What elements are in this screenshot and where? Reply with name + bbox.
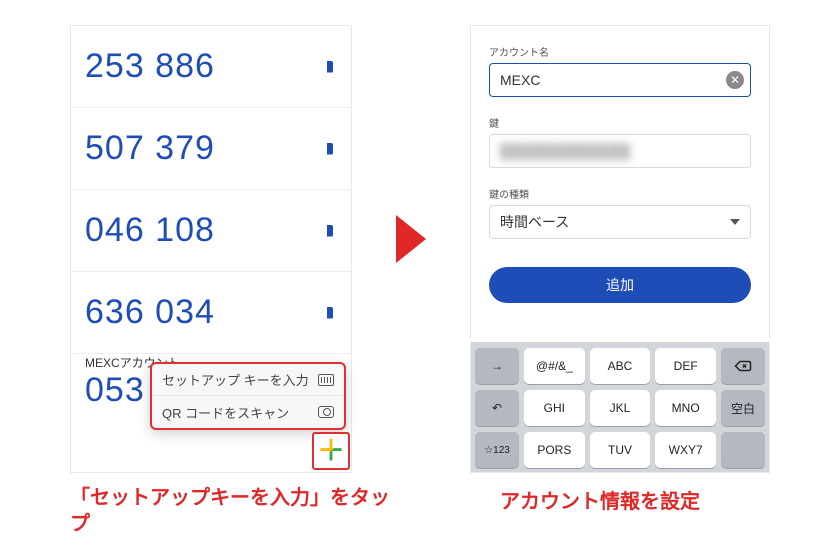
key-space[interactable]: 空白 bbox=[721, 390, 765, 426]
menu-item-label: セットアップ キーを入力 bbox=[162, 370, 309, 389]
key-input[interactable]: ████████████ bbox=[489, 134, 751, 168]
input-value-masked: ████████████ bbox=[500, 143, 631, 159]
caption-left: 「セットアップキーを入力」をタップ bbox=[70, 485, 390, 537]
field-label-key-type: 鍵の種類 bbox=[489, 186, 751, 201]
account-name-input[interactable]: MEXC ✕ bbox=[489, 63, 751, 97]
key-jkl[interactable]: JKL bbox=[590, 390, 651, 426]
timer-icon bbox=[321, 225, 333, 237]
timer-icon bbox=[321, 143, 333, 155]
select-value: 時間ベース bbox=[500, 212, 569, 232]
key-backspace[interactable] bbox=[721, 348, 765, 384]
key-abc[interactable]: ABC bbox=[590, 348, 651, 384]
key-def[interactable]: DEF bbox=[655, 348, 716, 384]
menu-item-scan-qr[interactable]: QR コードをスキャン bbox=[152, 396, 344, 428]
caption-right: アカウント情報を設定 bbox=[500, 485, 700, 514]
input-value: MEXC bbox=[500, 72, 540, 88]
key-tuv[interactable]: TUV bbox=[590, 432, 651, 468]
key-wxyz[interactable]: WXY7 bbox=[655, 432, 716, 468]
field-label-account-name: アカウント名 bbox=[489, 44, 751, 59]
camera-icon bbox=[318, 406, 334, 418]
otp-code: 046 108 bbox=[85, 211, 215, 250]
otp-code: 507 379 bbox=[85, 129, 215, 168]
code-row[interactable]: 636 034 bbox=[71, 272, 351, 354]
arrow-right-icon: → bbox=[491, 359, 503, 373]
add-button[interactable]: 追加 bbox=[489, 267, 751, 303]
account-setup-screen: アカウント名 MEXC ✕ 鍵 ████████████ 鍵の種類 時間ベース … bbox=[470, 25, 770, 473]
timer-icon bbox=[321, 307, 333, 319]
add-account-menu: セットアップ キーを入力 QR コードをスキャン bbox=[150, 362, 346, 430]
button-label: 追加 bbox=[606, 275, 634, 295]
menu-item-label: QR コードをスキャン bbox=[162, 403, 289, 422]
otp-code: 253 886 bbox=[85, 47, 215, 86]
key-blank[interactable] bbox=[721, 432, 765, 468]
key-tab[interactable]: → bbox=[475, 348, 519, 384]
undo-icon: ↶ bbox=[492, 401, 502, 415]
chevron-down-icon bbox=[730, 219, 740, 225]
otp-code: 636 034 bbox=[85, 293, 215, 332]
key-mno[interactable]: MNO bbox=[655, 390, 716, 426]
clear-input-icon[interactable]: ✕ bbox=[726, 71, 744, 89]
code-row[interactable]: 253 886 bbox=[71, 26, 351, 108]
add-account-fab[interactable]: ＋ bbox=[312, 432, 350, 470]
soft-keyboard: → @#/&_ ABC DEF ↶ GHI JKL MNO 空白 ☆123 PO… bbox=[471, 342, 769, 472]
timer-icon bbox=[321, 61, 333, 73]
key-mode-switch[interactable]: ☆123 bbox=[475, 432, 519, 468]
keyboard-icon bbox=[318, 374, 334, 386]
field-label-key: 鍵 bbox=[489, 115, 751, 130]
plus-icon: ＋ bbox=[317, 437, 345, 465]
code-row[interactable]: 507 379 bbox=[71, 108, 351, 190]
key-symbols[interactable]: @#/&_ bbox=[524, 348, 585, 384]
backspace-icon bbox=[734, 357, 752, 375]
key-undo[interactable]: ↶ bbox=[475, 390, 519, 426]
flow-arrow-icon bbox=[396, 215, 426, 263]
code-row[interactable]: 046 108 bbox=[71, 190, 351, 272]
key-type-select[interactable]: 時間ベース bbox=[489, 205, 751, 239]
key-pors[interactable]: PORS bbox=[524, 432, 585, 468]
key-ghi[interactable]: GHI bbox=[524, 390, 585, 426]
menu-item-enter-setup-key[interactable]: セットアップ キーを入力 bbox=[152, 364, 344, 396]
